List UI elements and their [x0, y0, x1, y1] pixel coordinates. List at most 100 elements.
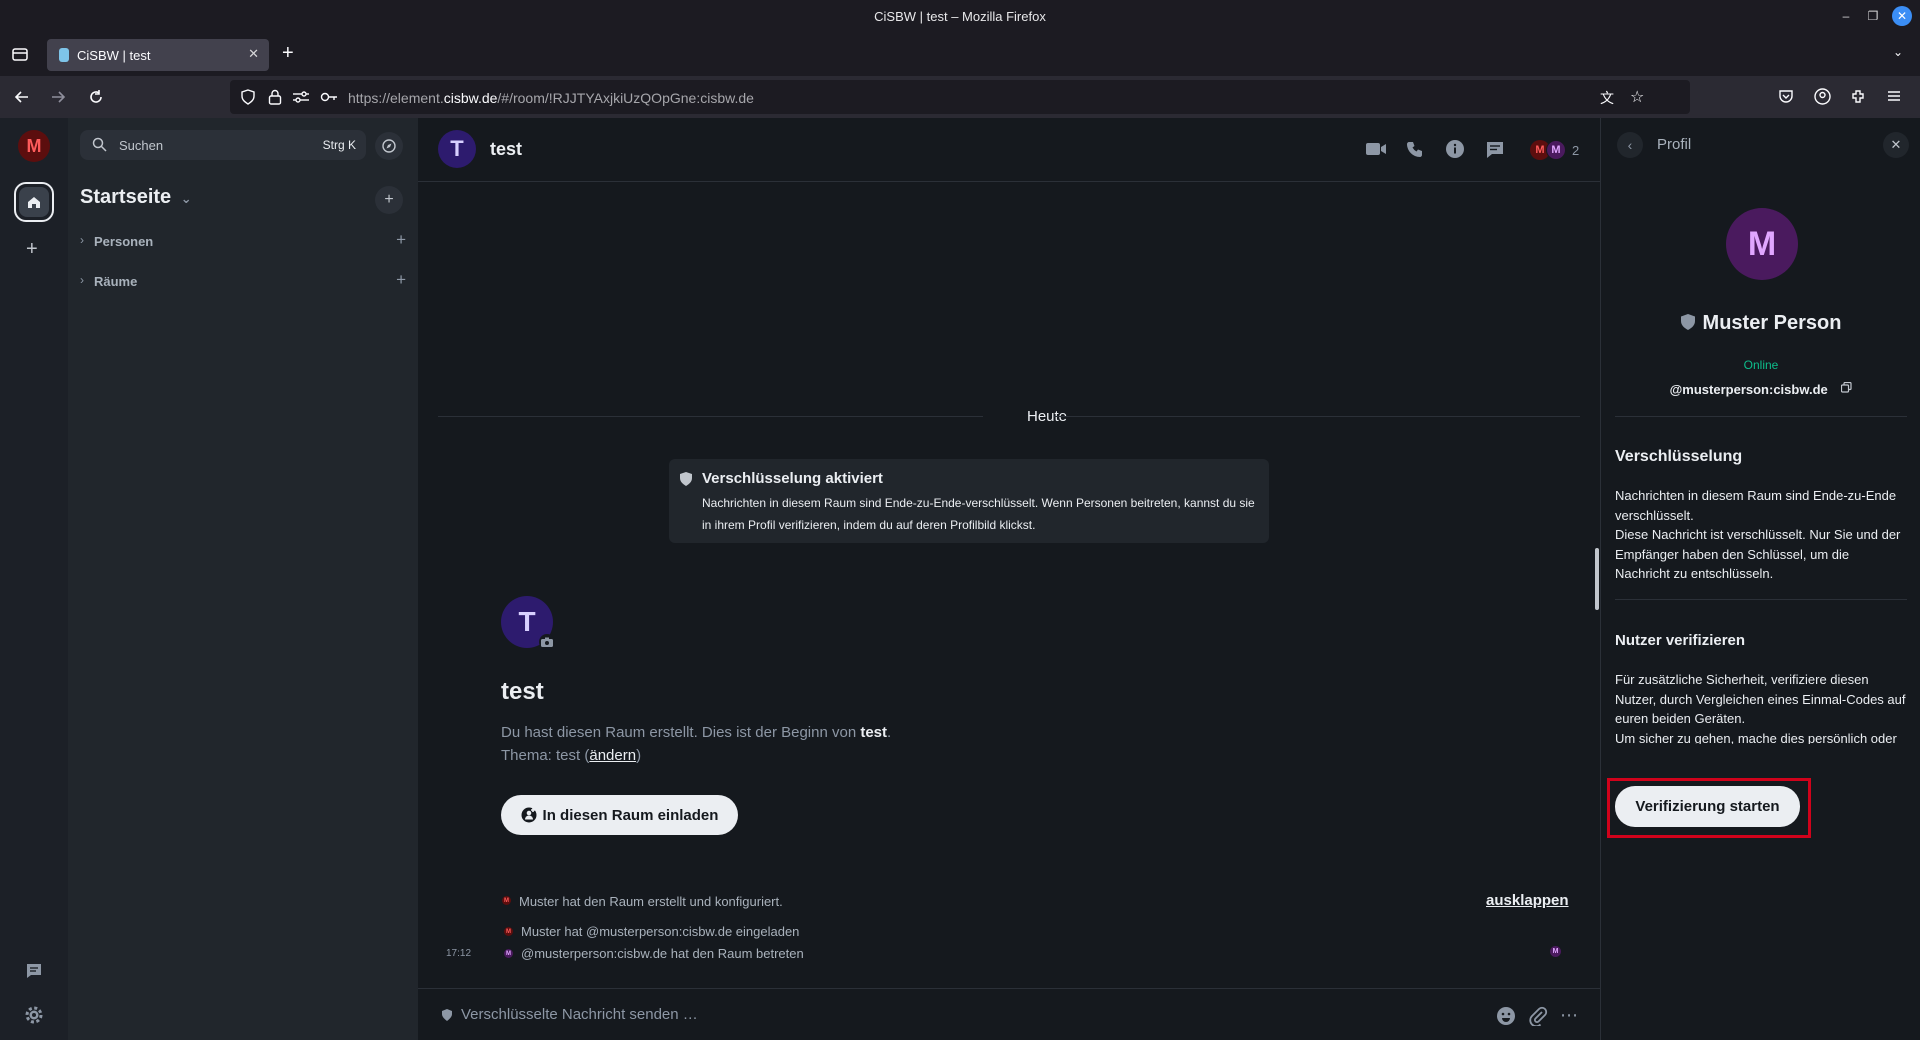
event-avatar[interactable]: M — [502, 896, 511, 905]
invite-user-icon — [521, 807, 537, 823]
url-text: https://element.cisbw.de/#/room/!RJJTYAx… — [348, 90, 754, 106]
add-room-button[interactable]: + — [375, 186, 403, 214]
list-tabs-icon[interactable]: ⌄ — [1893, 45, 1903, 59]
explore-rooms-button[interactable] — [375, 132, 403, 160]
voice-call-icon[interactable] — [1406, 140, 1424, 158]
close-tab-icon[interactable]: ✕ — [248, 46, 259, 62]
search-icon — [92, 137, 107, 152]
room-avatar[interactable]: T — [438, 130, 476, 168]
add-room-icon[interactable]: + — [396, 270, 406, 290]
room-info-icon[interactable] — [1445, 139, 1465, 159]
more-options-icon[interactable]: ⋯ — [1560, 1005, 1579, 1026]
search-input[interactable]: Suchen Strg K — [80, 130, 366, 160]
tab-title: CiSBW | test — [77, 47, 151, 63]
account-icon[interactable] — [1814, 88, 1831, 105]
translate-icon[interactable]: 文 — [1600, 88, 1614, 108]
room-view: T test M M 2 Heute Verschlüsselung aktiv… — [418, 118, 1600, 1040]
home-space-button[interactable] — [14, 182, 54, 222]
threads-icon[interactable] — [1485, 140, 1505, 160]
member-avatar: M — [1546, 140, 1566, 160]
back-button[interactable]: ‹ — [1617, 132, 1643, 158]
attachment-icon[interactable] — [1528, 1006, 1548, 1026]
home-icon — [19, 187, 49, 217]
event-avatar[interactable]: M — [504, 949, 513, 958]
window-titlebar: CiSBW | test – Mozilla Firefox – ❐ ✕ — [0, 0, 1920, 33]
room-intro-text: Du hast diesen Raum erstellt. Dies ist d… — [501, 724, 892, 741]
section-raeume[interactable]: › Räume + — [80, 270, 406, 292]
encryption-heading: Verschlüsselung — [1615, 448, 1743, 465]
start-verification-button[interactable]: Verifizierung starten — [1615, 786, 1800, 827]
profile-name: Muster Person — [1702, 312, 1842, 334]
verify-description: Für zusätzliche Sicherheit, verifiziere … — [1615, 672, 1906, 744]
event-text: Muster hat den Raum erstellt und konfigu… — [519, 894, 783, 909]
space-panel: M + — [0, 118, 68, 1040]
chevron-down-icon: ⌄ — [180, 191, 192, 206]
encryption-description: Nachrichten in diesem Raum sind Ende-zu-… — [1615, 488, 1901, 581]
extensions-icon[interactable] — [1850, 88, 1867, 105]
section-label: Räume — [94, 274, 138, 289]
section-personen[interactable]: › Personen + — [80, 230, 406, 252]
key-icon[interactable] — [320, 90, 338, 104]
room-name[interactable]: test — [490, 139, 522, 160]
element-app: M + Suchen Strg K Startseite ⌄ + › Perso… — [0, 118, 1920, 1040]
minimize-icon[interactable]: – — [1836, 6, 1856, 26]
event-avatar[interactable]: M — [504, 927, 513, 936]
lock-icon[interactable] — [268, 89, 282, 105]
permissions-icon[interactable] — [292, 90, 310, 104]
close-panel-button[interactable]: ✕ — [1883, 132, 1909, 158]
copy-icon[interactable] — [1841, 382, 1852, 393]
back-icon[interactable] — [12, 87, 32, 107]
member-count: 2 — [1572, 143, 1580, 158]
room-header: T test M M 2 — [418, 118, 1600, 182]
pocket-icon[interactable] — [1778, 88, 1794, 104]
expand-events-link[interactable]: ausklappen — [1486, 892, 1569, 909]
url-bar[interactable]: https://element.cisbw.de/#/room/!RJJTYAx… — [230, 80, 1690, 114]
tab-favicon-icon — [59, 48, 69, 62]
composer-input[interactable]: Verschlüsselte Nachricht senden … — [461, 1006, 698, 1023]
tab-bar: CiSBW | test ✕ + ⌄ — [0, 33, 1920, 76]
tab-manager-icon[interactable] — [11, 45, 29, 63]
event-text: Muster hat @musterperson:cisbw.de eingel… — [521, 924, 800, 939]
invite-button[interactable]: In diesen Raum einladen — [501, 795, 738, 835]
divider — [1615, 599, 1907, 600]
chevron-right-icon: › — [80, 273, 84, 287]
close-window-icon[interactable]: ✕ — [1892, 6, 1912, 26]
read-receipt-avatar[interactable]: M — [1550, 946, 1561, 957]
close-icon: ✕ — [1890, 137, 1902, 152]
threads-icon[interactable] — [24, 961, 44, 981]
search-shortcut: Strg K — [322, 138, 356, 152]
profile-name-row: Muster Person — [1601, 312, 1920, 335]
browser-tab-active[interactable]: CiSBW | test ✕ — [47, 39, 269, 71]
profile-avatar[interactable]: M — [1726, 208, 1798, 280]
home-title[interactable]: Startseite ⌄ — [80, 186, 192, 209]
verify-heading: Nutzer verifizieren — [1615, 632, 1746, 649]
tracking-protection-icon[interactable] — [240, 89, 256, 105]
event-text: @musterperson:cisbw.de hat den Raum betr… — [521, 946, 804, 961]
add-person-icon[interactable]: + — [396, 230, 406, 250]
new-tab-icon[interactable]: + — [282, 42, 294, 65]
navigation-toolbar: https://element.cisbw.de/#/room/!RJJTYAx… — [0, 76, 1920, 118]
shield-icon — [442, 1009, 452, 1021]
forward-icon[interactable] — [48, 87, 68, 107]
user-avatar[interactable]: M — [18, 130, 50, 162]
create-space-icon[interactable]: + — [26, 238, 38, 261]
change-topic-link[interactable]: ändern — [589, 747, 636, 764]
emoji-icon[interactable] — [1496, 1006, 1516, 1026]
encryption-title: Verschlüsselung aktiviert — [702, 470, 883, 487]
chevron-left-icon: ‹ — [1627, 137, 1633, 153]
timeline-scrollbar[interactable] — [1595, 548, 1599, 610]
video-call-icon[interactable] — [1365, 140, 1387, 158]
divider — [1615, 416, 1907, 417]
separator-line — [438, 416, 983, 417]
room-list-panel: Suchen Strg K Startseite ⌄ + › Personen … — [68, 118, 418, 1040]
reload-icon[interactable] — [86, 87, 106, 107]
bookmark-star-icon[interactable]: ☆ — [1630, 87, 1644, 107]
restore-icon[interactable]: ❐ — [1863, 6, 1883, 26]
camera-icon[interactable] — [539, 634, 555, 650]
settings-gear-icon[interactable] — [23, 1004, 45, 1026]
compass-icon — [382, 139, 396, 153]
menu-icon[interactable] — [1886, 88, 1902, 104]
search-placeholder: Suchen — [119, 138, 164, 153]
separator-line — [1054, 416, 1580, 417]
right-panel-profile: ‹ Profil ✕ M Muster Person Online @muste… — [1600, 118, 1920, 1040]
